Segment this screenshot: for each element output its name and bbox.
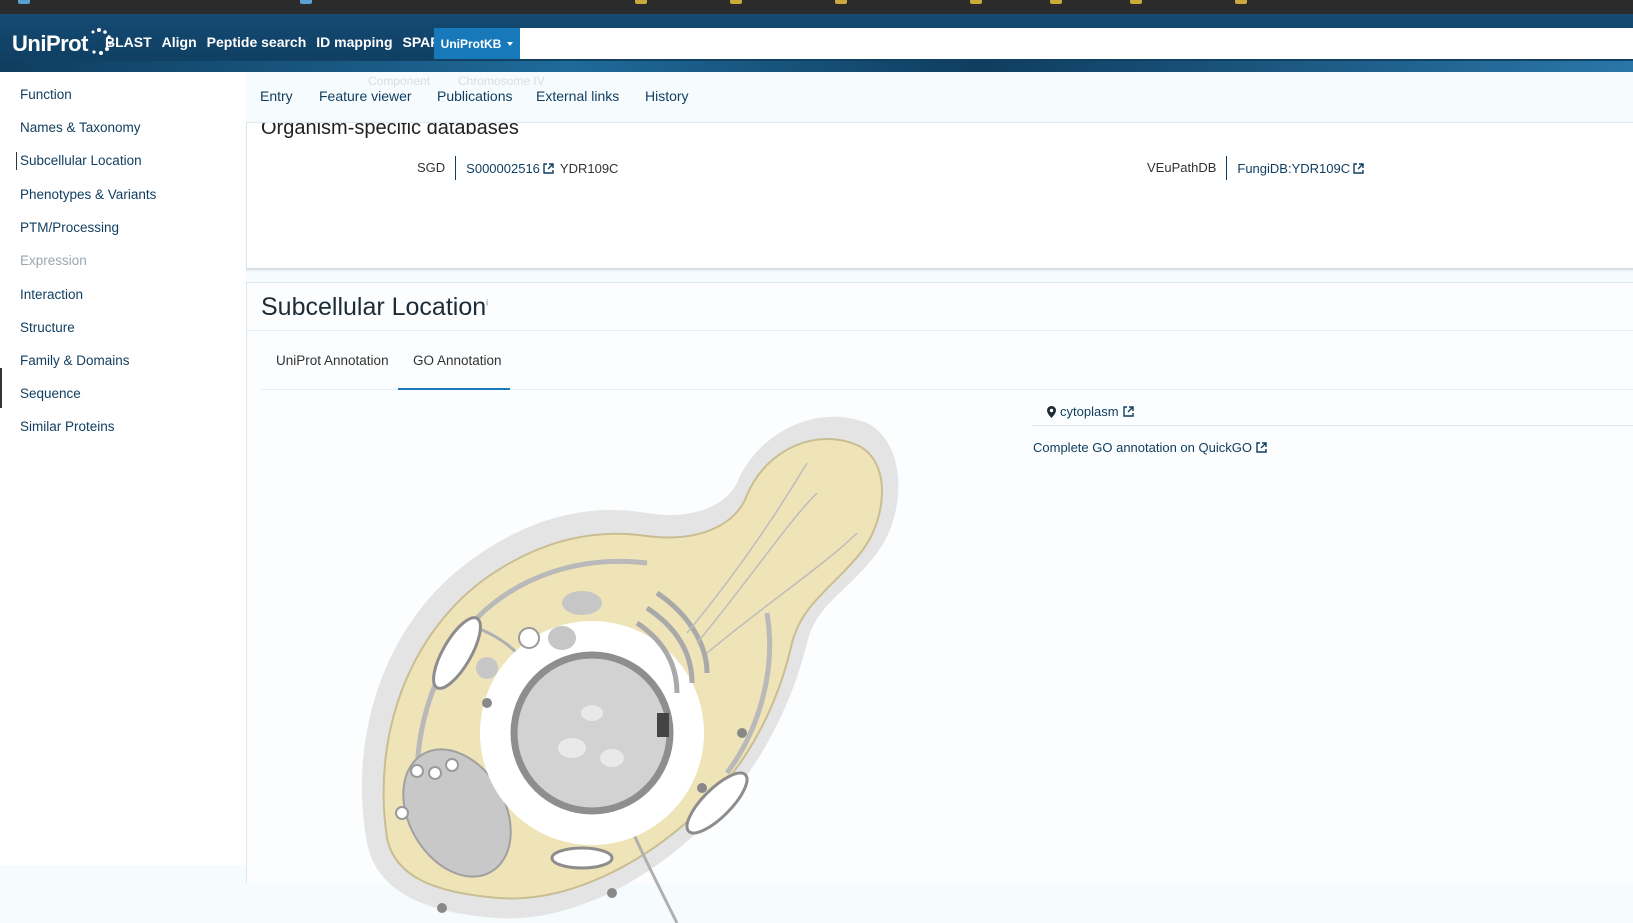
logo-text: UniProt [12,31,88,56]
db-row-veupathdb: VEuPathDB FungiDB:YDR109C [1147,156,1364,180]
nav-id-mapping[interactable]: ID mapping [316,34,392,50]
tab-external-links[interactable]: External links [536,88,619,104]
db-row-sgd: SGD S000002516 YDR109C [417,156,618,180]
active-subtab-indicator [398,388,510,390]
chevron-down-icon [507,41,514,46]
sidebar-item-similar-proteins[interactable]: Similar Proteins [20,419,115,434]
nav-peptide-search[interactable]: Peptide search [207,34,307,50]
go-location-item[interactable]: cytoplasm [1047,404,1134,419]
tab-entry[interactable]: Entry [260,88,293,104]
nav-align[interactable]: Align [162,34,197,50]
db-link-text: S000002516 [466,160,540,176]
db-link[interactable]: FungiDB:YDR109C [1227,161,1364,176]
sidebar-item-family-domains[interactable]: Family & Domains [20,353,130,368]
sidebar-item-phenotypes-variants[interactable]: Phenotypes & Variants [20,187,156,202]
external-link-icon [543,162,554,174]
browser-tab-strip [0,0,1633,14]
location-pin-icon [1047,405,1056,418]
sidebar-item-expression: Expression [20,253,87,268]
sidebar: Function Names & Taxonomy Subcellular Lo… [0,72,246,865]
sidebar-item-interaction[interactable]: Interaction [20,287,83,302]
sidebar-item-structure[interactable]: Structure [20,320,75,335]
mitochondrion [550,846,614,870]
tab-history[interactable]: History [645,88,689,104]
nucleus [510,651,674,815]
db-label: SGD [417,156,457,180]
db-link-text: FungiDB:YDR109C [1237,160,1351,176]
entry-tabs: Component Chromosome IV Entry Feature vi… [246,72,1633,123]
go-location-text: cytoplasm [1060,404,1119,419]
external-link-icon [1256,442,1267,453]
tab-feature-viewer[interactable]: Feature viewer [319,88,412,104]
main-content: Organism-specific databases SGD S0000025… [246,72,1633,923]
external-link-icon [1122,406,1134,417]
site-header: UniProt BLAST Align Peptide search ID ma… [0,14,1633,72]
subtab-go-annotation[interactable]: GO Annotation [413,353,502,368]
ghost-label: Chromosome IV [458,74,545,88]
external-link-icon [1353,162,1364,174]
uniprot-logo[interactable]: UniProt [12,24,112,64]
sidebar-item-sequence[interactable]: Sequence [20,386,81,401]
section-title: Subcellular Locationi [261,293,489,321]
quickgo-link-text: Complete GO annotation on QuickGO [1033,440,1252,455]
sidebar-item-names-taxonomy[interactable]: Names & Taxonomy [20,120,141,135]
main-nav: BLAST Align Peptide search ID mapping SP… [105,34,460,50]
nav-blast[interactable]: BLAST [105,34,152,50]
sidebar-item-subcellular-location[interactable]: Subcellular Location [20,153,142,168]
spindle-pole-body [657,713,669,737]
sidebar-scroll-marker [0,368,2,408]
sidebar-item-function[interactable]: Function [20,87,72,102]
sidebar-item-ptm-processing[interactable]: PTM/Processing [20,220,119,235]
database-select[interactable]: UniProtKB [434,28,520,59]
organism-db-card: Organism-specific databases SGD S0000025… [246,117,1633,270]
quickgo-link[interactable]: Complete GO annotation on QuickGO [1033,440,1267,455]
yeast-cell-illustration [361,416,899,923]
sidebar-active-marker [16,152,17,170]
search-input[interactable] [520,28,1633,59]
database-select-label: UniProtKB [440,36,502,51]
db-sub-id: YDR109C [559,160,619,176]
subcellular-location-card: Subcellular Locationi UniProt Annotation… [246,282,1633,923]
ghost-label: Component [368,74,431,88]
info-icon[interactable]: i [486,298,488,308]
tab-publications[interactable]: Publications [437,88,513,104]
subtab-uniprot-annotation[interactable]: UniProt Annotation [276,353,389,368]
db-link[interactable]: S000002516 [456,161,554,176]
db-label: VEuPathDB [1147,156,1228,180]
